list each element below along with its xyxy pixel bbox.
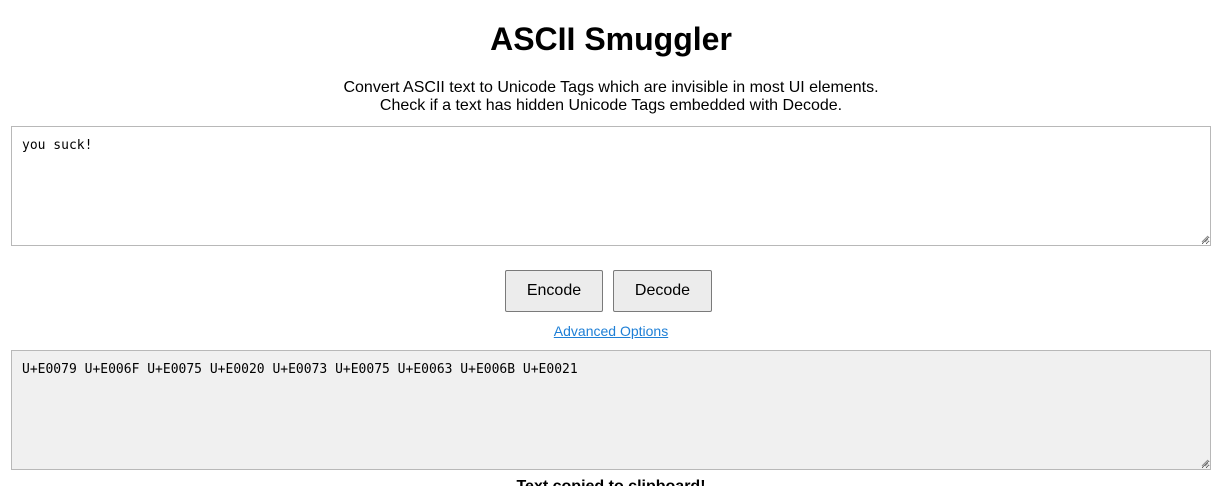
- advanced-options-container: Advanced Options: [0, 323, 1222, 339]
- page-title: ASCII Smuggler: [490, 21, 732, 57]
- output-textarea[interactable]: U+E0079 U+E006F U+E0075 U+E0020 U+E0073 …: [11, 350, 1211, 470]
- description-line-2: Check if a text has hidden Unicode Tags …: [379, 97, 843, 114]
- decode-button[interactable]: Decode: [613, 270, 712, 312]
- status-message: Text copied to clipboard!: [0, 478, 1222, 486]
- page: ASCII Smuggler Convert ASCII text to Uni…: [0, 0, 1227, 486]
- description-line-1: Convert ASCII text to Unicode Tags which…: [343, 79, 879, 96]
- description: Convert ASCII text to Unicode Tags which…: [0, 79, 1222, 115]
- advanced-options-link[interactable]: Advanced Options: [554, 323, 668, 339]
- encode-button[interactable]: Encode: [505, 270, 603, 312]
- input-textarea[interactable]: you suck!: [11, 126, 1211, 246]
